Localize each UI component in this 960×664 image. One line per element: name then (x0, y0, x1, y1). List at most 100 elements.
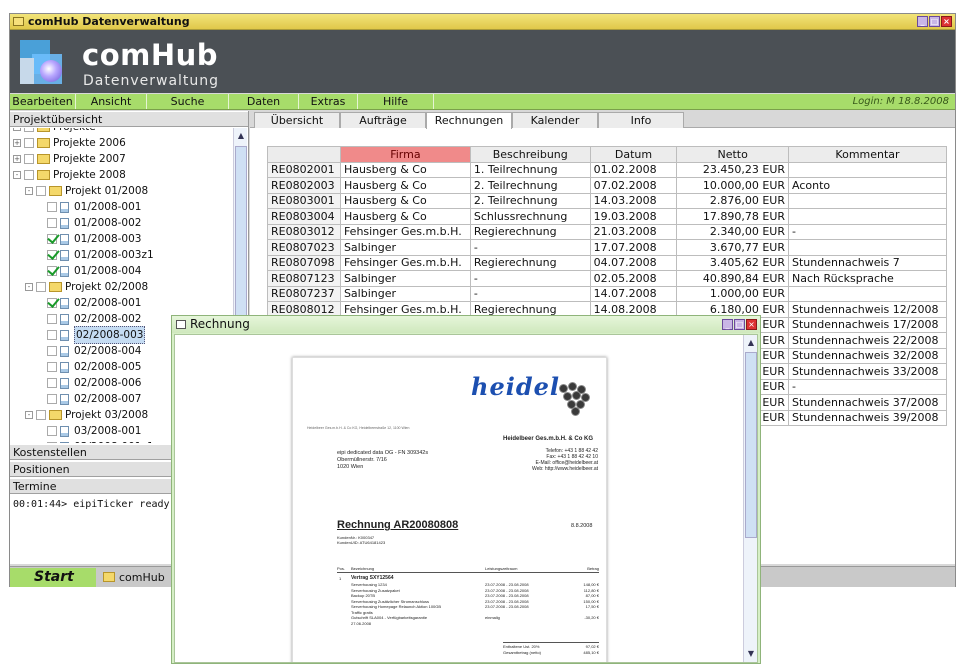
tree-item-document[interactable]: 01/2008-004 (47, 263, 141, 279)
menu-extras[interactable]: Extras (299, 94, 358, 109)
table-row[interactable]: RE0807023 Salbinger -17.07.2008 3.670,77 EU… (267, 239, 947, 256)
column-header-kommentar[interactable]: Kommentar (788, 146, 947, 163)
maximize-button[interactable]: □ (929, 16, 940, 27)
tree-checkbox[interactable] (47, 266, 57, 276)
tree-checkbox[interactable] (24, 138, 34, 148)
tab-info[interactable]: Info (598, 112, 684, 128)
column-header-firma[interactable]: Firma (339, 146, 471, 163)
tree-checkbox[interactable] (47, 298, 57, 308)
dialog-scroll-thumb[interactable] (745, 352, 757, 538)
table-row[interactable]: RE0802001 Hausberg & Co 1. Teilrechnung 01.… (267, 161, 947, 178)
tree-item-document[interactable]: 02/2008-002 (47, 311, 141, 327)
table-cell: Salbinger (339, 239, 471, 256)
table-row[interactable]: RE0803001 Hausberg & Co 2. Teilrechnung 14.… (267, 192, 947, 209)
tree-checkbox[interactable] (36, 186, 46, 196)
collapse-icon[interactable]: - (13, 128, 21, 131)
tree-item-label: 02/2008-003 (74, 326, 146, 344)
tree-item-label: 02/2008-001 (74, 297, 142, 309)
invoice-lines: Serverhousing 1234 23.07.2008 - 23.08.200… (351, 582, 599, 626)
table-row[interactable]: RE0807123 Salbinger -02.05.2008 40.890,84 E… (267, 270, 947, 287)
scroll-up-icon[interactable]: ▲ (745, 336, 757, 350)
tree-checkbox[interactable] (47, 362, 57, 372)
tree-item-folder[interactable]: - Projekt 01/2008 (25, 183, 148, 199)
tree-checkbox[interactable] (47, 250, 57, 260)
table-cell: 3.405,62 EUR (676, 254, 790, 271)
menu-suche[interactable]: Suche (147, 94, 229, 109)
tree-item-document[interactable]: 02/2008-005 (47, 359, 141, 375)
dialog-close-button[interactable]: × (746, 319, 757, 330)
tree-item-folder[interactable]: - Projekt 02/2008 (25, 279, 148, 295)
expand-icon[interactable]: + (13, 155, 21, 163)
customer-info: KundenNr.: K000347 KundenUID: ATU64181423 (337, 535, 386, 545)
menu-bearbeiten[interactable]: Bearbeiten (10, 94, 76, 109)
table-cell: 21.03.2008 (589, 223, 678, 240)
column-header-netto[interactable]: Netto (676, 146, 790, 163)
tree-item-document[interactable]: 01/2008-003z1 (47, 247, 154, 263)
tree-checkbox[interactable] (47, 330, 57, 340)
tree-item-label: 01/2008-004 (74, 265, 142, 277)
collapse-icon[interactable]: - (13, 171, 21, 179)
scroll-down-icon[interactable]: ▼ (745, 647, 757, 661)
menu-ansicht[interactable]: Ansicht (76, 94, 147, 109)
tree-item-document[interactable]: 03/2008-001 (47, 423, 141, 439)
tree-checkbox[interactable] (24, 128, 34, 132)
table-row[interactable]: RE0803004 Hausberg & Co Schlussrechnung 19.… (267, 208, 947, 225)
tree-checkbox[interactable] (47, 378, 57, 388)
tab-rechnungen[interactable]: Rechnungen (426, 112, 512, 129)
tree-item-document[interactable]: 01/2008-003 (47, 231, 141, 247)
dialog-minimize-button[interactable]: _ (722, 319, 733, 330)
collapse-icon[interactable]: - (25, 187, 33, 195)
tree-item-folder[interactable]: - Projekte (13, 128, 96, 135)
column-header-datum[interactable]: Datum (589, 146, 678, 163)
collapse-icon[interactable]: - (25, 411, 33, 419)
tree-checkbox[interactable] (47, 234, 57, 244)
expand-icon[interactable]: + (13, 139, 21, 147)
tree-checkbox[interactable] (36, 410, 46, 420)
dialog-scrollbar[interactable]: ▲ ▼ (743, 335, 757, 662)
tree-item-document[interactable]: 02/2008-003 (47, 326, 146, 344)
start-button[interactable]: Start (10, 568, 96, 587)
dialog-maximize-button[interactable]: □ (734, 319, 745, 330)
minimize-button[interactable]: _ (917, 16, 928, 27)
projektuebersicht-header[interactable]: Projektübersicht (10, 111, 248, 127)
tree-checkbox[interactable] (47, 442, 57, 443)
scroll-up-icon[interactable]: ▲ (235, 129, 247, 143)
folder-icon (103, 572, 115, 582)
tree-checkbox[interactable] (36, 282, 46, 292)
tree-item-folder[interactable]: - Projekte 2008 (13, 167, 126, 183)
tree-item-document[interactable]: 03/2008-001z1 (47, 439, 154, 443)
table-row[interactable]: RE0802003 Hausberg & Co 2. Teilrechnung 07.… (267, 177, 947, 194)
tree-checkbox[interactable] (47, 346, 57, 356)
table-cell: - (788, 378, 947, 395)
tree-checkbox[interactable] (24, 154, 34, 164)
tab-auftraege[interactable]: Aufträge (340, 112, 426, 128)
tree-checkbox[interactable] (47, 394, 57, 404)
tree-item-document[interactable]: 02/2008-004 (47, 343, 141, 359)
table-row[interactable]: RE0803012 Fehsinger Ges.m.b.H. Regierechnu… (267, 223, 947, 240)
tree-checkbox[interactable] (47, 426, 57, 436)
tree-checkbox[interactable] (47, 202, 57, 212)
taskbar-item-comhub[interactable]: comHub (103, 570, 165, 585)
tree-checkbox[interactable] (47, 314, 57, 324)
tree-item-document[interactable]: 01/2008-002 (47, 215, 141, 231)
tree-item-document[interactable]: 02/2008-007 (47, 391, 141, 407)
document-icon (60, 313, 69, 325)
tree-checkbox[interactable] (24, 170, 34, 180)
collapse-icon[interactable]: - (25, 283, 33, 291)
tree-item-document[interactable]: 02/2008-006 (47, 375, 141, 391)
tree-checkbox[interactable] (47, 218, 57, 228)
menu-hilfe[interactable]: Hilfe (358, 94, 434, 109)
tree-item-folder[interactable]: - Projekt 03/2008 (25, 407, 148, 423)
column-header-id[interactable] (267, 146, 341, 163)
column-header-beschreibung[interactable]: Beschreibung (469, 146, 591, 163)
tree-item-folder[interactable]: + Projekte 2006 (13, 135, 126, 151)
tree-item-document[interactable]: 01/2008-001 (47, 199, 141, 215)
tree-item-document[interactable]: 02/2008-001 (47, 295, 141, 311)
table-row[interactable]: RE0807098 Fehsinger Ges.m.b.H. Regierechnu… (267, 254, 947, 271)
tab-uebersicht[interactable]: Übersicht (254, 112, 340, 128)
menu-daten[interactable]: Daten (229, 94, 299, 109)
close-button[interactable]: × (941, 16, 952, 27)
table-row[interactable]: RE0807237 Salbinger -14.07.2008 1.000,00 EU… (267, 285, 947, 302)
tab-kalender[interactable]: Kalender (512, 112, 598, 128)
tree-item-folder[interactable]: + Projekte 2007 (13, 151, 126, 167)
